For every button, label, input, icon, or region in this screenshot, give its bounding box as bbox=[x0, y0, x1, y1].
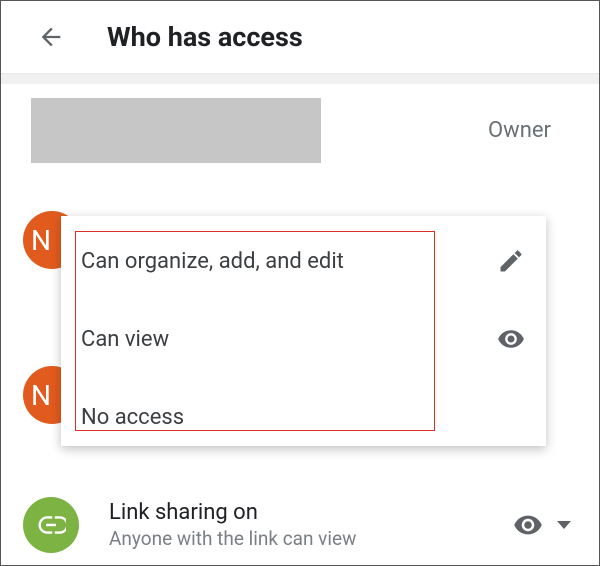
no-icon bbox=[496, 402, 526, 432]
link-sharing-row[interactable]: Link sharing on Anyone with the link can… bbox=[1, 497, 599, 553]
permission-option-label: Can view bbox=[81, 327, 169, 352]
owner-label: Owner bbox=[488, 118, 551, 143]
permission-option-organize[interactable]: Can organize, add, and edit bbox=[81, 246, 526, 276]
eye-icon bbox=[496, 324, 526, 354]
link-icon bbox=[23, 497, 79, 553]
permission-option-label: Can organize, add, and edit bbox=[81, 249, 344, 274]
page-title: Who has access bbox=[107, 21, 303, 53]
link-sharing-subtitle: Anyone with the link can view bbox=[109, 527, 513, 550]
owner-info-redacted bbox=[31, 98, 321, 163]
edit-icon bbox=[496, 246, 526, 276]
chevron-down-icon[interactable] bbox=[557, 521, 571, 529]
owner-row: Owner bbox=[1, 84, 599, 177]
permission-option-view[interactable]: Can view bbox=[81, 324, 526, 354]
header: Who has access bbox=[1, 1, 599, 73]
back-arrow-icon[interactable] bbox=[37, 23, 65, 51]
permission-option-no-access[interactable]: No access bbox=[81, 402, 526, 432]
link-sharing-title: Link sharing on bbox=[109, 500, 513, 525]
link-sharing-text: Link sharing on Anyone with the link can… bbox=[109, 500, 513, 550]
permission-option-label: No access bbox=[81, 405, 184, 430]
permission-menu: Can organize, add, and edit Can view No … bbox=[61, 216, 546, 446]
eye-icon bbox=[513, 510, 543, 540]
spacer bbox=[1, 74, 599, 84]
